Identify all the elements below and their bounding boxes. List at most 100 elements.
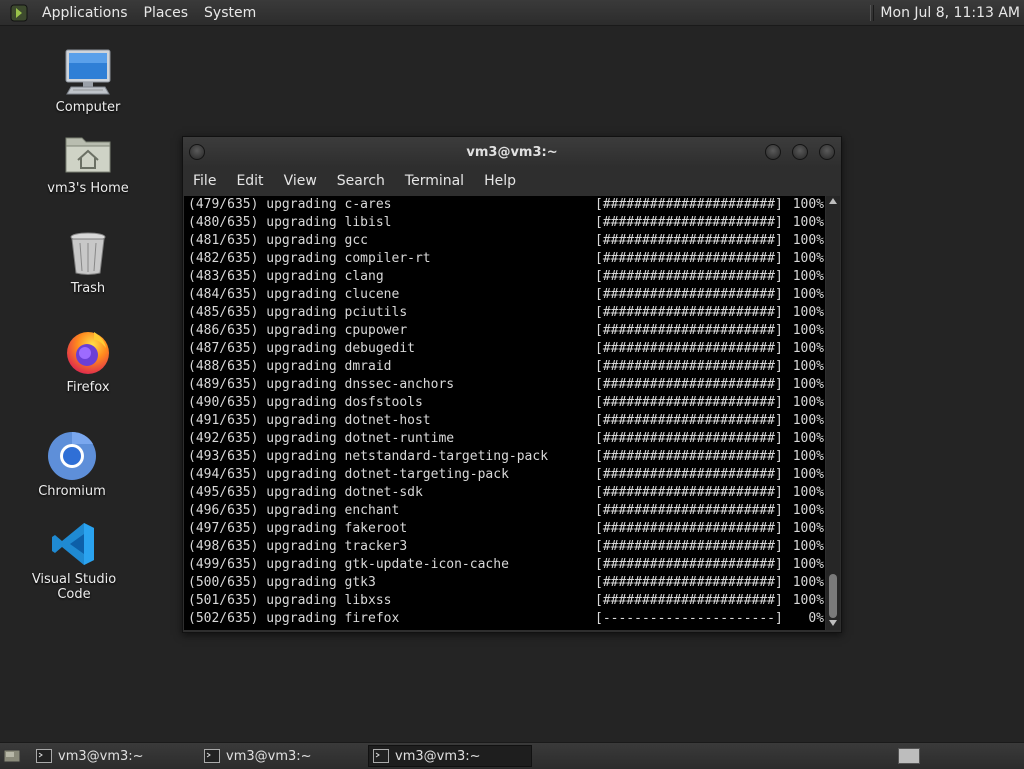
terminal-line: (499/635) upgrading gtk-update-icon-cach…	[184, 556, 825, 574]
desktop-icon-vscode[interactable]: Visual Studio Code	[14, 518, 134, 602]
desktop-icon-computer[interactable]: Computer	[28, 46, 148, 115]
percent-text: 100%	[792, 395, 824, 410]
terminal-line: (498/635) upgrading tracker3 [###########…	[184, 538, 825, 556]
progress-bar-text: [######################]	[595, 557, 783, 572]
scrollbar-thumb[interactable]	[829, 574, 837, 618]
progress-bar-text: [######################]	[595, 377, 783, 392]
percent-text: 100%	[792, 431, 824, 446]
terminal-icon	[373, 749, 389, 763]
progress-bar-text: [######################]	[595, 575, 783, 590]
package-text: (491/635) upgrading dotnet-host	[188, 413, 431, 428]
package-text: (480/635) upgrading libisl	[188, 215, 392, 230]
menu-search[interactable]: Search	[327, 173, 395, 189]
desktop-icon-label: Trash	[70, 281, 106, 296]
percent-text: 100%	[792, 485, 824, 500]
progress-bar-text: [######################]	[595, 251, 783, 266]
terminal-line: (500/635) upgrading gtk3 [###############…	[184, 574, 825, 592]
percent-text: 100%	[792, 251, 824, 266]
desktop-icon-trash[interactable]: Trash	[28, 227, 148, 296]
window-titlebar[interactable]: vm3@vm3:~	[183, 137, 841, 167]
scroll-up-arrow-icon[interactable]	[829, 198, 837, 204]
percent-text: 100%	[792, 557, 824, 572]
bottom-panel: vm3@vm3:~ vm3@vm3:~ vm3@vm3:~	[0, 742, 1024, 769]
terminal-line: (484/635) upgrading clucene [############…	[184, 286, 825, 304]
terminal-icon	[204, 749, 220, 763]
terminal-line: (492/635) upgrading dotnet-runtime [#####…	[184, 430, 825, 448]
desktop-icon-home[interactable]: vm3's Home	[28, 127, 148, 196]
package-text: (488/635) upgrading dmraid	[188, 359, 392, 374]
percent-text: 100%	[792, 287, 824, 302]
terminal-line: (497/635) upgrading fakeroot [###########…	[184, 520, 825, 538]
progress-bar-text: [######################]	[595, 341, 783, 356]
terminal-window: vm3@vm3:~ File Edit View Search Terminal…	[182, 136, 842, 633]
package-text: (489/635) upgrading dnssec-anchors	[188, 377, 455, 392]
percent-text: 100%	[792, 449, 824, 464]
package-text: (497/635) upgrading fakeroot	[188, 521, 408, 536]
places-menu[interactable]: Places	[136, 5, 197, 21]
progress-bar-text: [######################]	[595, 359, 783, 374]
home-folder-icon	[62, 127, 114, 179]
package-text: (485/635) upgrading pciutils	[188, 305, 408, 320]
terminal-line: (489/635) upgrading dnssec-anchors [#####…	[184, 376, 825, 394]
terminal-line: (490/635) upgrading dosfstools [#########…	[184, 394, 825, 412]
progress-bar-text: [######################]	[595, 395, 783, 410]
progress-bar-text: [######################]	[595, 413, 783, 428]
percent-text: 100%	[792, 305, 824, 320]
progress-bar-text: [######################]	[595, 431, 783, 446]
menu-terminal[interactable]: Terminal	[395, 173, 474, 189]
progress-bar-text: [######################]	[595, 305, 783, 320]
menu-file[interactable]: File	[183, 173, 226, 189]
desktop-icon-chromium[interactable]: Chromium	[12, 430, 132, 499]
taskbar-item-active[interactable]: vm3@vm3:~	[368, 745, 532, 767]
show-desktop-icon[interactable]	[2, 747, 22, 765]
package-text: (479/635) upgrading c-ares	[188, 197, 392, 212]
terminal-line: (493/635) upgrading netstandard-targetin…	[184, 448, 825, 466]
progress-bar-text: [######################]	[595, 215, 783, 230]
menu-edit[interactable]: Edit	[226, 173, 273, 189]
package-text: (482/635) upgrading compiler-rt	[188, 251, 431, 266]
progress-bar-text: [######################]	[595, 539, 783, 554]
package-text: (493/635) upgrading netstandard-targetin…	[188, 449, 549, 464]
close-icon[interactable]	[819, 144, 835, 160]
desktop-icon-firefox[interactable]: Firefox	[28, 326, 148, 395]
main-menu-icon[interactable]	[10, 4, 28, 22]
package-text: (501/635) upgrading libxss	[188, 593, 392, 608]
terminal-line: (479/635) upgrading c-ares [#############…	[184, 196, 825, 214]
percent-text: 100%	[792, 197, 824, 212]
terminal-line: (494/635) upgrading dotnet-targeting-pac…	[184, 466, 825, 484]
desktop-icon-label: Firefox	[66, 380, 110, 395]
workspace-switcher[interactable]	[898, 748, 920, 764]
applications-menu[interactable]: Applications	[34, 5, 136, 21]
clock[interactable]: Mon Jul 8, 11:13 AM	[880, 5, 1020, 21]
package-text: (490/635) upgrading dosfstools	[188, 395, 423, 410]
terminal-line: (486/635) upgrading cpupower [###########…	[184, 322, 825, 340]
progress-bar-text: [######################]	[595, 449, 783, 464]
minimize-icon[interactable]	[765, 144, 781, 160]
terminal-output[interactable]: (479/635) upgrading c-ares [#############…	[184, 196, 825, 630]
scroll-down-arrow-icon[interactable]	[829, 620, 837, 626]
package-text: (483/635) upgrading clang	[188, 269, 384, 284]
terminal-line: (491/635) upgrading dotnet-host [########…	[184, 412, 825, 430]
progress-bar-text: [######################]	[595, 287, 783, 302]
terminal-line: (483/635) upgrading clang [##############…	[184, 268, 825, 286]
percent-text: 100%	[792, 269, 824, 284]
terminal-line: (487/635) upgrading debugedit [##########…	[184, 340, 825, 358]
terminal-line: (481/635) upgrading gcc [################…	[184, 232, 825, 250]
percent-text: 100%	[792, 377, 824, 392]
terminal-scrollbar[interactable]	[826, 196, 840, 630]
menu-view[interactable]: View	[274, 173, 327, 189]
panel-separator	[870, 4, 875, 21]
percent-text: 100%	[792, 539, 824, 554]
maximize-icon[interactable]	[792, 144, 808, 160]
percent-text: 100%	[792, 323, 824, 338]
system-menu[interactable]: System	[196, 5, 264, 21]
percent-text: 0%	[808, 611, 824, 626]
menu-help[interactable]: Help	[474, 173, 526, 189]
progress-bar-text: [######################]	[595, 485, 783, 500]
window-menu-icon[interactable]	[189, 144, 205, 160]
taskbar-item[interactable]: vm3@vm3:~	[32, 745, 196, 767]
taskbar-item[interactable]: vm3@vm3:~	[200, 745, 364, 767]
percent-text: 100%	[792, 521, 824, 536]
taskbar-item-label: vm3@vm3:~	[226, 748, 312, 764]
terminal-line: (485/635) upgrading pciutils [###########…	[184, 304, 825, 322]
